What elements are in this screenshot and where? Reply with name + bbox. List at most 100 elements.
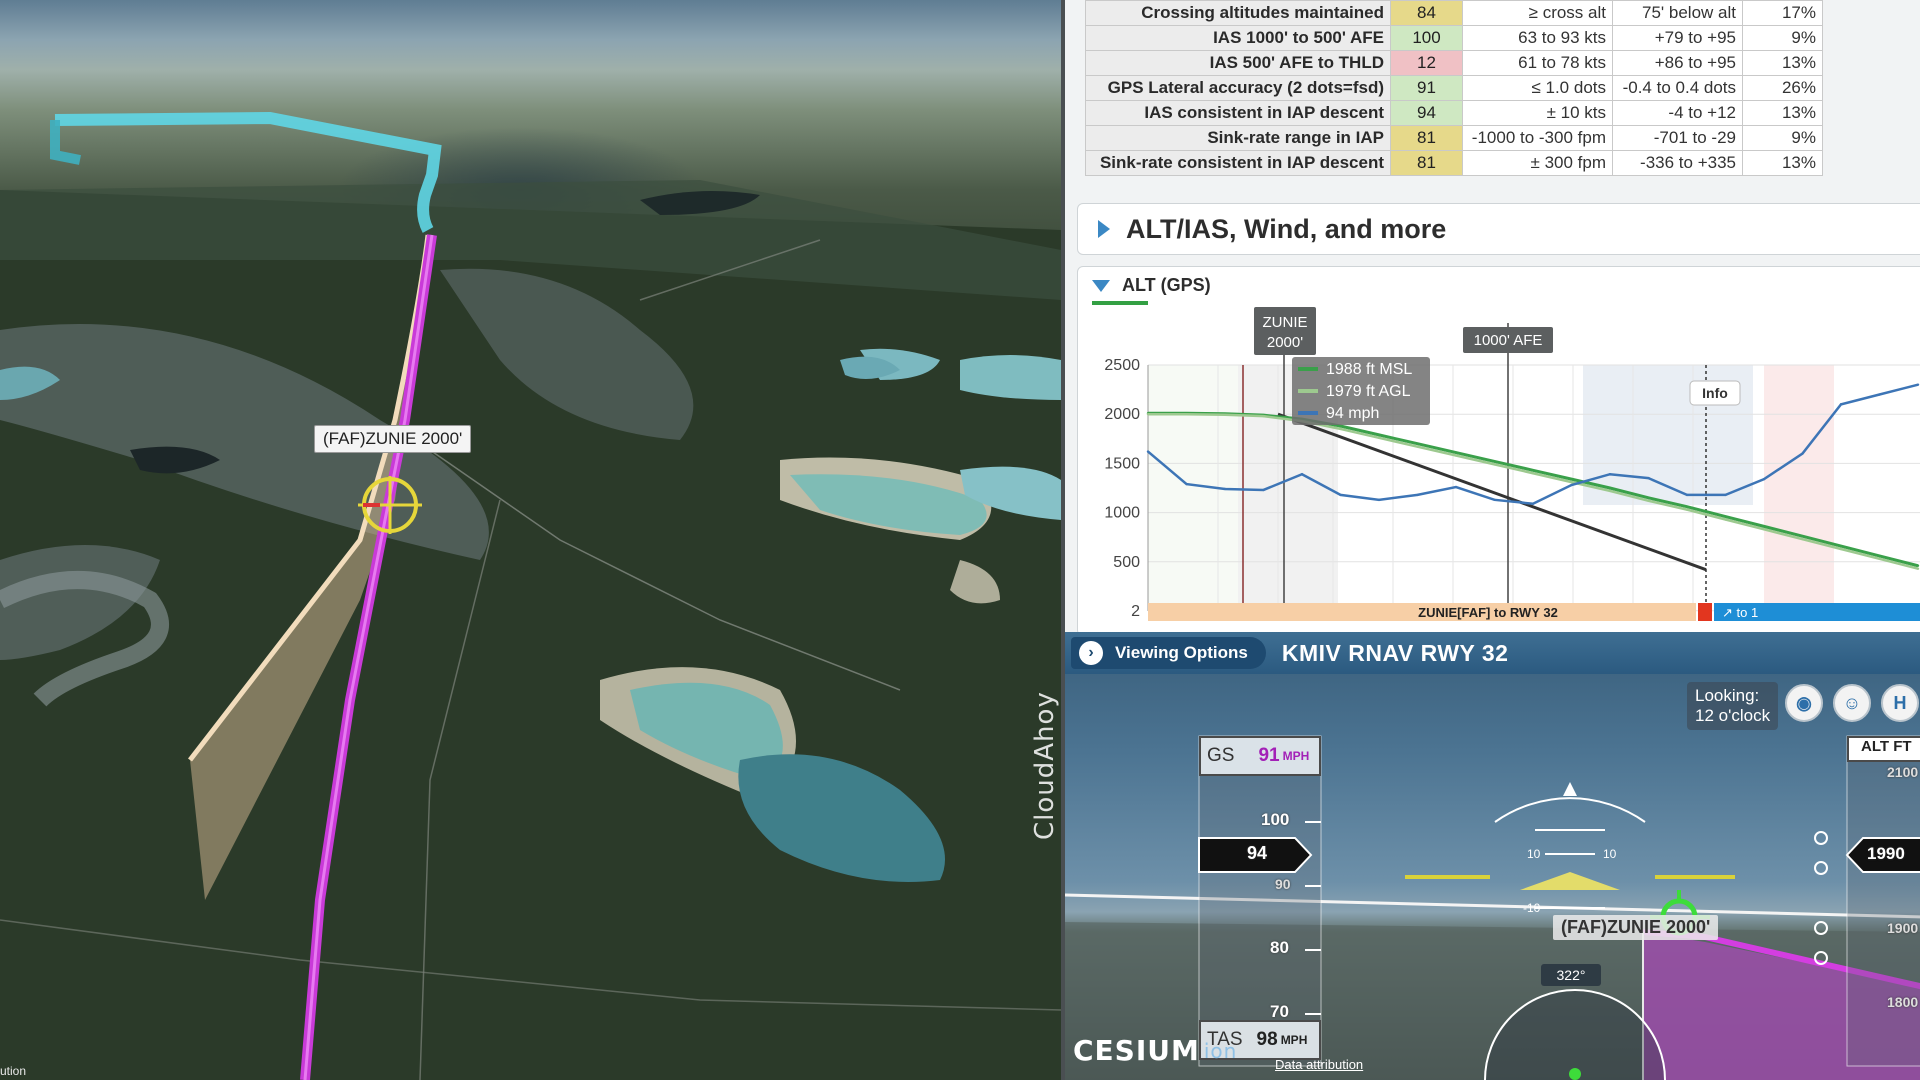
viewing-options-button[interactable]: › Viewing Options [1071,637,1266,669]
tooltip-line: 94 mph [1326,405,1379,422]
tooltip-swatch [1298,367,1318,371]
score-row-weight: 26% [1742,75,1823,101]
current-altitude-readout: 1990 [1867,844,1905,863]
scores-table: Crossing altitudes maintained 84 ≥ cross a… [1085,0,1823,176]
score-row-actual: -701 to -29 [1612,125,1743,151]
series-point [1839,547,1843,551]
series-point [1339,493,1342,497]
score-row-actual: -336 to +335 [1612,150,1743,176]
series-point [1493,460,1496,463]
alt-gps-chart-panel: ALT (GPS) 2500 2000 1500 1000 500 2 ZUNIE[FAF]… [1077,266,1920,632]
score-row-actual: -4 to +12 [1612,100,1743,126]
alt-tick-1800: 1800 [1887,994,1919,1010]
series-point [1185,482,1188,486]
score-row: IAS 1000' to 500' AFE 100 63 to 93 kts +79 … [1085,25,1823,51]
series-point [1262,488,1265,492]
score-row: IAS consistent in IAP descent 94 ± 10 kts -… [1085,100,1823,126]
gs-value: 91 [1258,745,1280,766]
cockpit-3d-view[interactable]: 10 10 -10 › Viewing Options KMIV RNAV RW… [1061,632,1920,1080]
next-segment-label: ↗ to 1 [1722,605,1758,620]
series-point [1339,424,1342,428]
expand-triangle-icon[interactable] [1098,220,1110,238]
series-point [1916,567,1920,570]
series-point [1724,515,1727,518]
series-point [1647,496,1650,500]
pilot-view-button[interactable]: ☺ [1833,684,1871,722]
map-attribution[interactable]: ution [0,1064,26,1078]
score-row-score: 100 [1390,25,1463,51]
map-3d-view[interactable]: (FAF)ZUNIE 2000' CloudAhoy ution [0,0,1061,1080]
y-tick-label: 500 [1113,554,1140,571]
series-point [1762,528,1766,531]
eye-view-button[interactable]: ◉ [1785,684,1823,722]
h-icon: H [1893,692,1907,713]
series-point [1878,557,1881,561]
series-point [1570,480,1573,484]
score-row-standard: ≤ 1.0 dots [1462,75,1613,101]
zone-shade [1764,365,1834,611]
series-point [1185,413,1188,416]
current-speed-readout: 94 [1247,843,1268,863]
series-point [1762,477,1766,481]
score-row-standard: 63 to 93 kts [1462,25,1613,51]
series-point [1377,498,1381,502]
faf-waypoint-label: (FAF)ZUNIE 2000' [314,425,472,453]
heading-view-button[interactable]: H [1881,684,1919,722]
tooltip-swatch [1298,389,1318,393]
afe-tag-label: 1000' AFE [1474,332,1543,349]
series-point [1724,518,1727,521]
tas-unit: MPH [1280,1033,1308,1047]
alt-chart-svg[interactable]: 2500 2000 1500 1000 500 2 ZUNIE[FAF] to RWY 32… [1078,267,1920,632]
debrief-panel: Crossing altitudes maintained 84 ≥ cross a… [1061,0,1920,632]
looking-value: 12 o'clock [1695,706,1771,725]
score-row-weight: 9% [1742,25,1823,51]
score-row-name: Crossing altitudes maintained [1085,0,1391,26]
series-point [1493,498,1496,502]
series-point [1570,477,1573,481]
series-point [1416,442,1419,445]
series-point [1647,499,1650,502]
series-point [1531,469,1535,472]
score-row-weight: 13% [1742,100,1823,126]
alt-tick-2100: 2100 [1887,764,1919,780]
score-row-standard: ≥ cross alt [1462,0,1613,26]
series-point [1878,393,1881,396]
series-point [1801,452,1804,455]
score-row-weight: 17% [1742,0,1823,26]
series-point [1839,403,1843,406]
y-tick-label: 2000 [1104,406,1140,423]
series-point [1377,436,1381,440]
score-row-name: IAS 1000' to 500' AFE [1085,25,1391,51]
speed-tick-80: 80 [1270,938,1289,957]
gs-unit: MPH [1282,749,1310,763]
score-row-weight: 13% [1742,150,1823,176]
score-row-name: IAS consistent in IAP descent [1085,100,1391,126]
pilot-icon: ☺ [1842,692,1862,713]
speed-tick-90: 90 [1275,876,1291,892]
chevron-right-icon: › [1079,641,1103,665]
alt-tick-1900: 1900 [1887,920,1919,936]
gs-label: GS [1207,745,1235,766]
series-point [1608,489,1612,493]
alt-tape-header: ALT FT [1847,736,1920,762]
cloudahoy-logo: CloudAhoy [1030,691,1060,840]
score-row-actual: +86 to +95 [1612,50,1743,76]
series-point [1531,472,1535,475]
looking-label: Looking: [1695,686,1760,705]
score-row-standard: ± 10 kts [1462,100,1613,126]
series-point [1146,450,1150,453]
section-alt-ias-wind[interactable]: ALT/IAS, Wind, and more [1077,203,1920,255]
data-attribution-link[interactable]: Data attribution [1275,1057,1363,1072]
score-row-actual: -0.4 to 0.4 dots [1612,75,1743,101]
series-point [1801,537,1804,541]
tooltip-line: 1988 ft MSL [1326,361,1412,378]
score-row-standard: 61 to 78 kts [1462,50,1613,76]
cesium-logo: CESIUM ion [1073,1034,1237,1067]
series-point [1223,487,1227,491]
series-point [1262,414,1265,418]
score-row: IAS 500' AFE to THLD 12 61 to 78 kts +86 to… [1085,50,1823,76]
view-toolbar: › Viewing Options KMIV RNAV RWY 32 [1065,632,1920,674]
series-point [1839,544,1843,548]
score-row: Crossing altitudes maintained 84 ≥ cross a… [1085,0,1823,26]
y-tick-label: 1000 [1104,505,1140,522]
